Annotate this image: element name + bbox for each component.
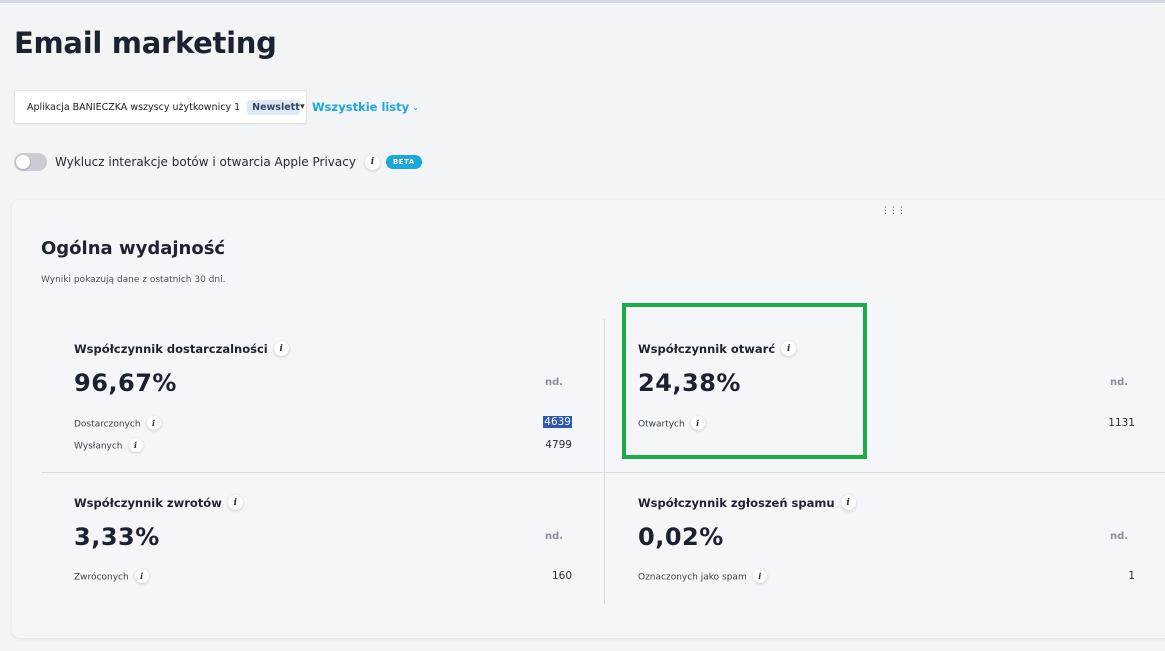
row-value-opened: 1131 — [1108, 417, 1135, 429]
comparison-value: nd. — [545, 531, 564, 542]
beta-badge: BETA — [385, 155, 422, 169]
drag-handle-icon[interactable]: ⋮⋮⋮ — [881, 206, 906, 216]
metric-title: Współczynnik zgłoszeń spamu i — [638, 495, 856, 511]
metric-bounce-rate: Współczynnik zwrotów i 3,33% nd. Zwrócony… — [74, 495, 572, 596]
metric-title: Współczynnik zwrotów i — [74, 495, 243, 511]
row-label-text: Oznaczonych jako spam — [638, 572, 747, 583]
metric-open-rate: Współczynnik otwarć i 24,38% nd. Otwartyc… — [638, 341, 1135, 462]
all-lists-label: Wszystkie listy — [312, 100, 410, 114]
row-label: Dostarczonych i — [74, 416, 161, 431]
metric-title-text: Współczynnik zgłoszeń spamu — [638, 496, 835, 510]
comparison-value: nd. — [545, 377, 564, 388]
metric-title-text: Współczynnik dostarczalności — [74, 342, 268, 356]
metric-spam-rate: Współczynnik zgłoszeń spamu i 0,02% nd. O… — [638, 495, 1135, 596]
toggle-knob — [16, 155, 30, 169]
info-icon[interactable]: i — [146, 416, 161, 430]
metric-value: 3,33% — [74, 523, 160, 551]
metric-delivery-rate: Współczynnik dostarczalności i 96,67% nd.… — [74, 341, 572, 462]
list-chip: Newsletter — [247, 99, 301, 115]
horizontal-divider — [41, 472, 1165, 473]
all-lists-dropdown[interactable]: Wszystkie listy ⌄ — [312, 100, 419, 114]
metric-value: 96,67% — [74, 369, 177, 397]
row-label-text: Otwartych — [638, 419, 685, 430]
row-label-text: Wysłanych — [74, 441, 123, 452]
metric-title-text: Współczynnik zwrotów — [74, 496, 222, 510]
chevron-down-icon[interactable]: ▾ — [300, 102, 305, 112]
row-label: Wysłanych i — [74, 438, 143, 453]
info-icon[interactable]: i — [840, 495, 856, 510]
metric-title: Współczynnik otwarć i — [638, 341, 797, 357]
metric-title-text: Współczynnik otwarć — [638, 342, 776, 356]
bot-exclusion-label: Wyklucz interakcje botów i otwarcia Appl… — [55, 155, 356, 169]
card-title: Ogólna wydajność — [41, 238, 226, 259]
card-subtitle: Wyniki pokazują dane z ostatnich 30 dni. — [41, 275, 226, 285]
row-label-text: Dostarczonych — [74, 419, 141, 430]
comparison-value: nd. — [1110, 531, 1129, 542]
chevron-down-icon: ⌄ — [412, 103, 419, 112]
info-icon[interactable]: i — [227, 495, 243, 510]
row-value-sent: 4799 — [545, 439, 572, 451]
bot-exclusion-row: Wyklucz interakcje botów i otwarcia Appl… — [14, 153, 422, 171]
list-name: Aplikacja BANIECZKA wszyscy użytkownicy … — [27, 101, 241, 113]
row-value-bounced: 160 — [551, 570, 572, 582]
vertical-divider — [604, 319, 605, 604]
info-icon[interactable]: i — [273, 341, 289, 356]
metric-value: 0,02% — [638, 523, 724, 551]
comparison-value: nd. — [1110, 377, 1129, 388]
top-border — [0, 0, 1165, 3]
row-label: Oznaczonych jako spam i — [638, 569, 767, 584]
page-title: Email marketing — [14, 26, 277, 60]
row-label-text: Zwróconych — [74, 572, 129, 583]
list-selector[interactable]: Aplikacja BANIECZKA wszyscy użytkownicy … — [14, 90, 307, 124]
metric-value: 24,38% — [638, 369, 741, 397]
info-icon[interactable]: i — [690, 416, 705, 430]
row-value-delivered: 4639 — [543, 416, 572, 428]
row-label: Otwartych i — [638, 416, 705, 431]
row-value-spam: 1 — [1128, 570, 1135, 582]
info-icon[interactable]: i — [128, 438, 143, 452]
row-label: Zwróconych i — [74, 569, 149, 584]
info-icon[interactable]: i — [364, 154, 380, 170]
info-icon[interactable]: i — [781, 341, 797, 356]
metric-title: Współczynnik dostarczalności i — [74, 341, 289, 357]
bot-exclusion-toggle[interactable] — [14, 153, 47, 171]
info-icon[interactable]: i — [134, 569, 149, 583]
info-icon[interactable]: i — [752, 569, 767, 583]
overall-performance-card: ⋮⋮⋮ Ogólna wydajność Wyniki pokazują dan… — [12, 200, 1165, 638]
